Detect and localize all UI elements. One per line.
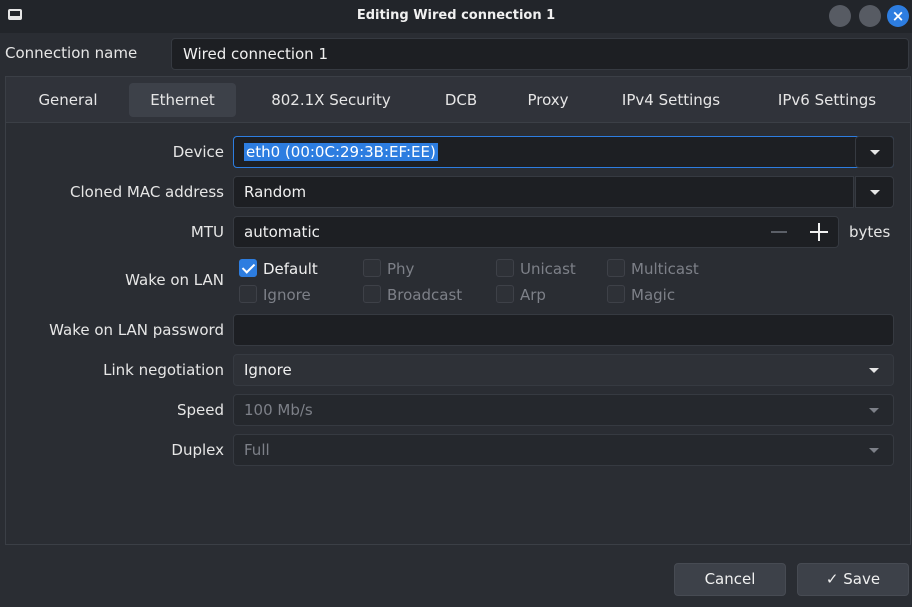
save-label: Save — [843, 570, 881, 588]
speed-value: 100 Mb/s — [244, 401, 313, 419]
duplex-value: Full — [244, 441, 270, 459]
link-negotiation-value: Ignore — [244, 361, 292, 379]
device-combo-entry[interactable]: eth0 (00:0C:29:3B:EF:EE) — [233, 136, 894, 168]
wol-password-label: Wake on LAN password — [49, 321, 224, 339]
device-value[interactable]: eth0 (00:0C:29:3B:EF:EE) — [244, 143, 438, 161]
tab-ethernet[interactable]: Ethernet — [129, 83, 236, 117]
speed-select: 100 Mb/s — [233, 394, 894, 426]
connection-name-input[interactable]: Wired connection 1 — [171, 38, 909, 70]
wol-broadcast-checkbox[interactable]: Broadcast — [363, 285, 462, 305]
tab-ipv4-settings[interactable]: IPv4 Settings — [600, 83, 742, 117]
cloned-mac-label: Cloned MAC address — [70, 183, 224, 201]
mtu-increment-button[interactable] — [802, 217, 836, 247]
wol-password-input[interactable] — [233, 314, 894, 346]
device-label: Device — [172, 143, 224, 161]
chevron-down-icon — [870, 190, 880, 195]
speed-label: Speed — [176, 401, 224, 419]
mtu-label: MTU — [190, 223, 224, 241]
link-negotiation-select[interactable]: Ignore — [233, 354, 894, 386]
wol-unicast-checkbox[interactable]: Unicast — [496, 259, 576, 279]
duplex-select: Full — [233, 434, 894, 466]
maximize-button[interactable] — [859, 5, 881, 27]
check-icon: ✓ — [825, 570, 839, 588]
link-negotiation-label: Link negotiation — [103, 361, 224, 379]
chevron-down-icon — [869, 368, 879, 373]
mtu-unit-label: bytes — [849, 223, 891, 241]
mtu-spin-entry[interactable]: automatic — [233, 216, 839, 248]
tab-ipv6-settings[interactable]: IPv6 Settings — [756, 83, 898, 117]
wol-default-checkbox[interactable]: Default — [239, 259, 318, 279]
cloned-mac-dropdown-button[interactable] — [855, 176, 894, 208]
close-icon: × — [891, 7, 905, 25]
chevron-down-icon — [869, 408, 879, 413]
cloned-mac-entry[interactable]: Random — [233, 176, 854, 208]
device-dropdown-button[interactable] — [855, 136, 894, 168]
close-button[interactable]: × — [887, 5, 909, 27]
minimize-button[interactable] — [829, 5, 851, 27]
duplex-label: Duplex — [171, 441, 224, 459]
cancel-button[interactable]: Cancel — [674, 563, 786, 596]
tab-bar: General Ethernet 802.1X Security DCB Pro… — [6, 77, 910, 123]
wol-magic-checkbox[interactable]: Magic — [607, 285, 675, 305]
tab-general[interactable]: General — [20, 83, 116, 117]
connection-name-label: Connection name — [5, 44, 138, 62]
wake-on-lan-label: Wake on LAN — [125, 271, 224, 289]
window-title: Editing Wired connection 1 — [356, 8, 556, 23]
mtu-decrement-button[interactable] — [764, 217, 794, 247]
wol-phy-checkbox[interactable]: Phy — [363, 259, 414, 279]
chevron-down-icon — [870, 150, 880, 155]
save-button[interactable]: ✓ Save — [797, 563, 909, 596]
title-bar[interactable]: Editing Wired connection 1 × — [0, 0, 912, 33]
minus-icon — [771, 231, 787, 233]
wol-arp-checkbox[interactable]: Arp — [496, 285, 546, 305]
wol-multicast-checkbox[interactable]: Multicast — [607, 259, 699, 279]
wol-ignore-checkbox[interactable]: Ignore — [239, 285, 311, 305]
tab-dcb[interactable]: DCB — [426, 83, 496, 117]
chevron-down-icon — [869, 448, 879, 453]
tab-8021x-security[interactable]: 802.1X Security — [250, 83, 412, 117]
tab-proxy[interactable]: Proxy — [510, 83, 586, 117]
